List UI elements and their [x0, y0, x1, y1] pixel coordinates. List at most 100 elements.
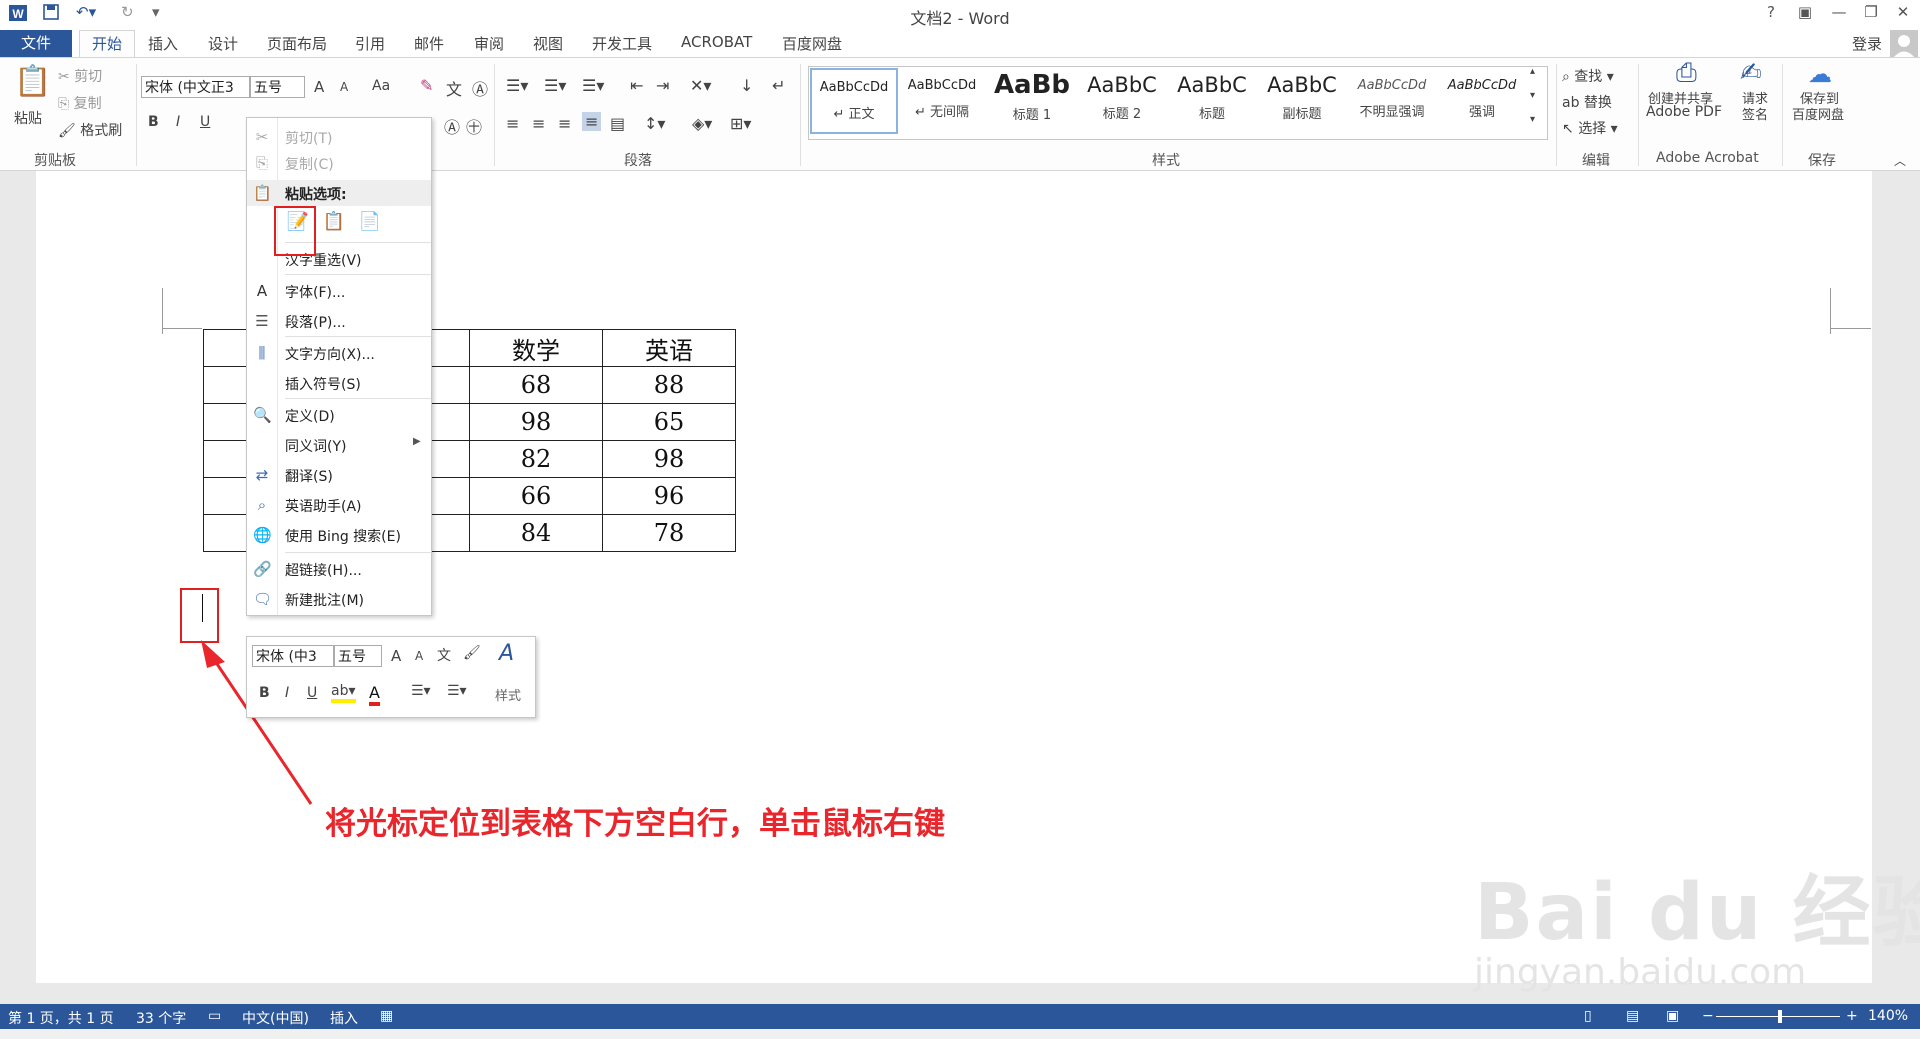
cut-button[interactable]: ✂ 剪切 [58, 66, 102, 86]
close-button[interactable]: ✕ [1888, 3, 1918, 21]
font-size-combo[interactable]: 五号 [250, 76, 305, 98]
table-cell[interactable]: 88 [602, 366, 736, 404]
insert-mode[interactable]: 插入 [330, 1008, 358, 1028]
table-cell[interactable]: 66 [469, 477, 603, 515]
decrease-indent-icon[interactable]: ⇤ [630, 76, 643, 95]
request-sign-label[interactable]: 签名 [1742, 104, 1768, 123]
align-center-icon[interactable]: ≡ [532, 114, 545, 133]
menu-item-hyperlink[interactable]: 🔗 超链接(H)... [247, 556, 431, 582]
style-emphasis[interactable]: AaBbCcDd 强调 [1438, 68, 1526, 134]
select-button[interactable]: ↖ 选择 ▾ [1562, 118, 1618, 138]
grow-font-button[interactable]: A [314, 78, 324, 96]
shading-icon[interactable]: ◈▾ [692, 114, 712, 133]
menu-item-text-direction[interactable]: ⫼ 文字方向(X)... [247, 340, 431, 366]
tab-insert[interactable]: 插入 [148, 33, 178, 54]
find-button[interactable]: ⌕ 查找 ▾ [1562, 66, 1614, 86]
show-marks-icon[interactable]: ↵ [772, 76, 785, 95]
mini-bullets-icon[interactable]: ☰▾ [411, 683, 431, 699]
table-cell[interactable]: 数学 [469, 329, 603, 367]
zoom-level[interactable]: 140% [1868, 1008, 1908, 1024]
zoom-out-button[interactable]: − [1702, 1008, 1714, 1024]
mini-styles-icon[interactable]: A [499, 641, 514, 666]
mini-size-combo[interactable]: 五号 [334, 645, 382, 667]
tab-home[interactable]: 开始 [79, 30, 135, 58]
change-case-button[interactable]: Aa [372, 78, 390, 94]
increase-indent-icon[interactable]: ⇥ [656, 76, 669, 95]
style-subtle-emphasis[interactable]: AaBbCcDd 不明显强调 [1348, 68, 1436, 134]
gallery-down-icon[interactable]: ▾ [1530, 90, 1535, 101]
paste-merge-format-icon[interactable]: 📋 [321, 211, 347, 237]
menu-item-synonyms[interactable]: 同义词(Y) ▶ [247, 432, 431, 458]
mini-phonetic-icon[interactable]: 文 [437, 645, 451, 665]
table-cell[interactable]: 68 [469, 366, 603, 404]
restore-button[interactable]: ❐ [1856, 3, 1886, 21]
style-title[interactable]: AaBbC 标题 [1168, 68, 1256, 134]
table-cell[interactable]: 78 [602, 514, 736, 552]
tab-acrobat[interactable]: ACROBAT [681, 33, 752, 51]
signin-link[interactable]: 登录 [1852, 33, 1882, 54]
tab-design[interactable]: 设计 [208, 33, 238, 54]
phonetic-guide-icon[interactable]: 文 [446, 76, 462, 100]
align-right-icon[interactable]: ≡ [558, 114, 571, 133]
mini-font-color-icon[interactable]: A [369, 683, 380, 706]
mini-font-combo[interactable]: 宋体 (中3 [252, 645, 334, 667]
language-indicator[interactable]: 中文(中国) [242, 1008, 309, 1028]
clear-format-icon[interactable]: ✎ [420, 76, 433, 95]
tab-baidu-netdisk[interactable]: 百度网盘 [782, 33, 842, 54]
table-cell[interactable]: 98 [469, 403, 603, 441]
ribbon-display-icon[interactable]: ▣ [1790, 3, 1820, 21]
justify-icon[interactable]: ≡ [582, 112, 602, 131]
bold-button[interactable]: B [148, 114, 159, 130]
mini-numbering-icon[interactable]: ☰▾ [447, 683, 467, 699]
char-shading-icon[interactable]: Ⓐ [444, 114, 460, 138]
tab-developer[interactable]: 开发工具 [592, 33, 652, 54]
page-count[interactable]: 第 1 页，共 1 页 [8, 1008, 114, 1028]
mini-brush-icon[interactable]: 🖌 [463, 645, 481, 661]
sort-icon[interactable]: ↓ [740, 76, 753, 95]
tab-page-layout[interactable]: 页面布局 [267, 33, 327, 54]
tab-review[interactable]: 审阅 [474, 33, 504, 54]
gallery-up-icon[interactable]: ▴ [1530, 66, 1535, 77]
menu-item-bing-search[interactable]: 🌐 使用 Bing 搜索(E) [247, 522, 431, 548]
tab-mailings[interactable]: 邮件 [414, 33, 444, 54]
char-border-icon[interactable]: Ⓐ [472, 76, 488, 100]
word-count[interactable]: 33 个字 [136, 1008, 186, 1028]
macro-icon[interactable]: ▦ [380, 1008, 393, 1024]
style-no-spacing[interactable]: AaBbCcDd ↵ 无间隔 [898, 68, 986, 134]
style-subtitle[interactable]: AaBbC 副标题 [1258, 68, 1346, 134]
tab-file[interactable]: 文件 [0, 30, 72, 57]
table-cell[interactable]: 82 [469, 440, 603, 478]
menu-item-font[interactable]: A 字体(F)... [247, 278, 431, 304]
baidu-cloud-icon[interactable]: ☁ [1808, 60, 1832, 88]
format-painter-button[interactable]: 🖌 格式刷 [58, 120, 122, 140]
mini-bold-button[interactable]: B [259, 685, 270, 701]
menu-item-insert-symbol[interactable]: 插入符号(S) [247, 370, 431, 396]
multilevel-list-icon[interactable]: ☰▾ [582, 76, 604, 95]
print-layout-icon[interactable]: ▤ [1626, 1008, 1639, 1024]
style-normal[interactable]: AaBbCcDd ↵ 正文 [810, 68, 898, 134]
copy-button[interactable]: ⎘ 复制 [58, 93, 102, 113]
paste-icon[interactable]: 📋 [14, 64, 51, 99]
web-layout-icon[interactable]: ▣ [1666, 1008, 1679, 1024]
tab-references[interactable]: 引用 [355, 33, 385, 54]
mini-italic-button[interactable]: I [285, 685, 289, 701]
proofing-icon[interactable]: ▭ [208, 1008, 221, 1024]
font-name-combo[interactable]: 宋体 (中文正3 [141, 76, 250, 98]
menu-item-copy[interactable]: ⎘ 复制(C) [247, 150, 431, 176]
align-left-icon[interactable]: ≡ [506, 114, 519, 133]
create-pdf-icon[interactable]: ⎙ [1676, 58, 1697, 89]
line-spacing-icon[interactable]: ↕▾ [644, 114, 665, 133]
menu-item-new-comment[interactable]: 🗨 新建批注(M) [247, 586, 431, 612]
mini-highlight-icon[interactable]: ab▾ [331, 683, 356, 703]
tab-view[interactable]: 视图 [533, 33, 563, 54]
table-cell[interactable]: 96 [602, 477, 736, 515]
mini-grow-font-button[interactable]: A [391, 647, 401, 665]
create-pdf-label[interactable]: Adobe PDF [1646, 104, 1722, 120]
save-to-baidu-label[interactable]: 百度网盘 [1792, 104, 1844, 123]
table-cell[interactable]: 84 [469, 514, 603, 552]
read-mode-icon[interactable]: ▯ [1584, 1008, 1592, 1024]
menu-item-english-assistant[interactable]: ⌕ 英语助手(A) [247, 492, 431, 518]
mini-underline-button[interactable]: U [307, 685, 317, 701]
table-cell[interactable]: 英语 [602, 329, 736, 367]
zoom-in-button[interactable]: + [1846, 1008, 1858, 1024]
